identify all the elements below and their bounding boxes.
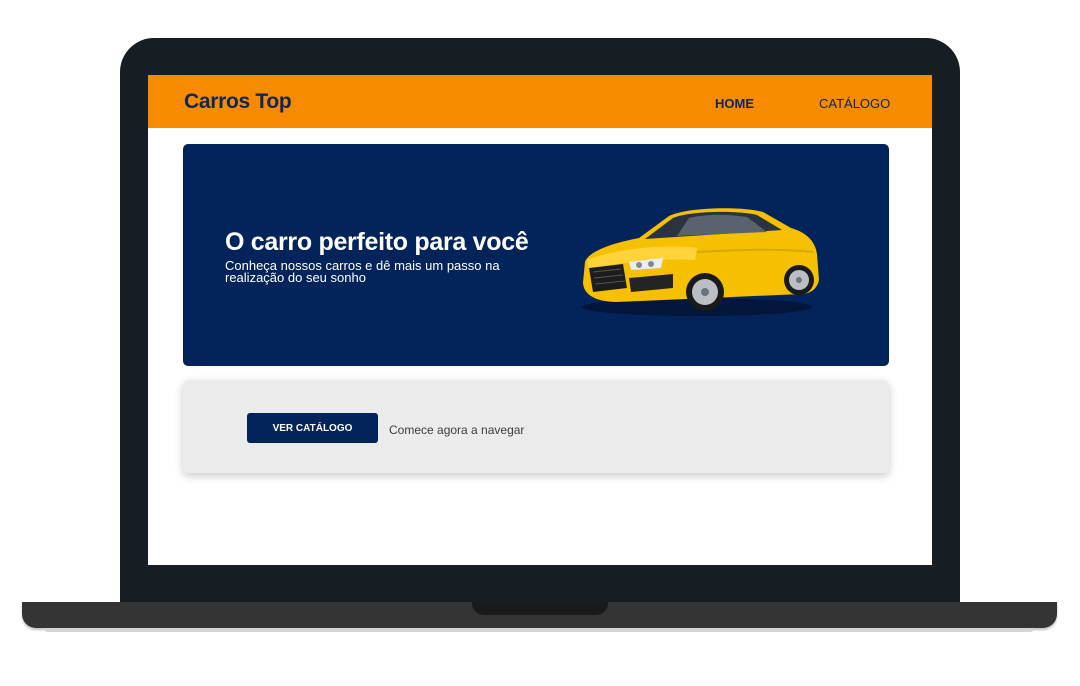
hero-title: O carro perfeito para você: [225, 228, 529, 256]
navbar: Carros Top HOME CATÁLOGO: [148, 75, 932, 128]
laptop-screen: Carros Top HOME CATÁLOGO O carro perfeit…: [148, 75, 932, 565]
nav-home-link[interactable]: HOME: [715, 96, 754, 111]
cta-text: Comece agora a navegar: [389, 423, 525, 437]
laptop-base-shadow: [44, 628, 1034, 632]
laptop-notch: [472, 602, 608, 615]
hero-subtitle: Conheça nossos carros e dê mais um passo…: [225, 258, 500, 285]
brand-logo[interactable]: Carros Top: [184, 90, 292, 114]
car-image: [582, 208, 819, 316]
hero-banner: O carro perfeito para você Conheça nosso…: [183, 144, 889, 366]
nav-catalog-link[interactable]: CATÁLOGO: [819, 96, 890, 111]
cta-panel: VER CATÁLOGO Comece agora a navegar: [183, 380, 889, 473]
view-catalog-button[interactable]: VER CATÁLOGO: [247, 413, 378, 443]
